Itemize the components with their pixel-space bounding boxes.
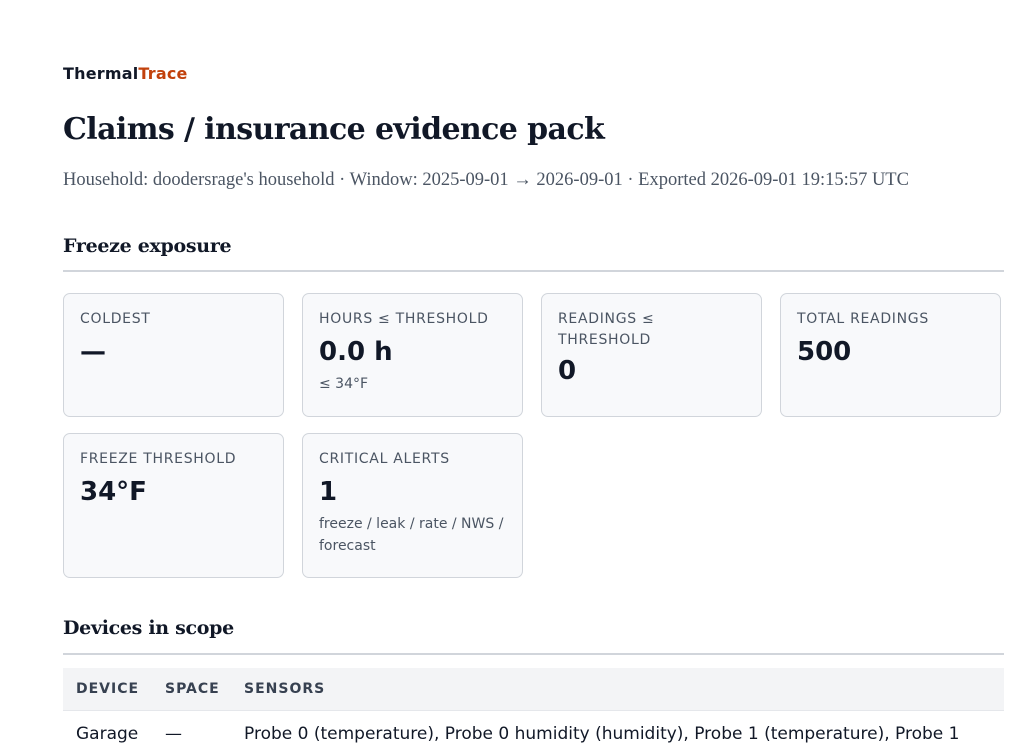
stat-value: 34°F bbox=[80, 477, 147, 507]
stat-label: READINGS ≤ THRESHOLD bbox=[558, 311, 655, 348]
export-meta-line: Household: doodersrage's household · Win… bbox=[63, 170, 909, 190]
stat-label: TOTAL READINGS bbox=[797, 311, 929, 327]
stat-card-hours-below-threshold: HOURS ≤ THRESHOLD 0.0 h ≤ 34°F bbox=[302, 293, 523, 417]
section-divider bbox=[63, 653, 1004, 655]
freeze-exposure-heading: Freeze exposure bbox=[63, 235, 232, 257]
stat-label: CRITICAL ALERTS bbox=[319, 451, 450, 467]
space-cell: — bbox=[165, 724, 182, 744]
column-header-sensors: SENSORS bbox=[231, 668, 1004, 711]
stat-value: 0.0 h bbox=[319, 337, 393, 367]
brand-logo: ThermalTrace bbox=[63, 64, 188, 83]
stat-value: — bbox=[80, 337, 106, 367]
page-title: Claims / insurance evidence pack bbox=[63, 112, 605, 147]
stat-subtext: freeze / leak / rate / NWS / forecast bbox=[319, 516, 504, 554]
stat-card-coldest: COLDEST — bbox=[63, 293, 284, 417]
section-divider bbox=[63, 270, 1004, 272]
stat-value: 0 bbox=[558, 356, 577, 386]
column-header-device: DEVICE bbox=[63, 668, 152, 711]
device-cell: Garage bbox=[76, 724, 139, 744]
stat-card-readings-below-threshold: READINGS ≤ THRESHOLD 0 bbox=[541, 293, 762, 417]
column-header-space: SPACE bbox=[152, 668, 231, 711]
devices-in-scope-heading: Devices in scope bbox=[63, 617, 234, 639]
stat-value: 1 bbox=[319, 477, 338, 507]
stat-card-freeze-threshold: FREEZE THRESHOLD 34°F bbox=[63, 433, 284, 578]
table-header-row: DEVICE SPACE SENSORS bbox=[63, 668, 1004, 711]
sensors-cell: Probe 0 (temperature), Probe 0 humidity … bbox=[244, 724, 960, 744]
stat-label: COLDEST bbox=[80, 311, 151, 327]
stat-value: 500 bbox=[797, 337, 852, 367]
stat-card-total-readings: TOTAL READINGS 500 bbox=[780, 293, 1001, 417]
stat-label: FREEZE THRESHOLD bbox=[80, 451, 237, 467]
brand-name-part2: Trace bbox=[138, 64, 188, 83]
devices-table: DEVICE SPACE SENSORS Garage — Probe 0 (t… bbox=[63, 668, 1004, 745]
stat-card-critical-alerts: CRITICAL ALERTS 1 freeze / leak / rate /… bbox=[302, 433, 523, 578]
brand-name-part1: Thermal bbox=[63, 64, 139, 83]
stat-subtext: ≤ 34°F bbox=[319, 376, 369, 392]
stat-label: HOURS ≤ THRESHOLD bbox=[319, 311, 489, 327]
table-row: Garage — Probe 0 (temperature), Probe 0 … bbox=[63, 711, 1004, 746]
